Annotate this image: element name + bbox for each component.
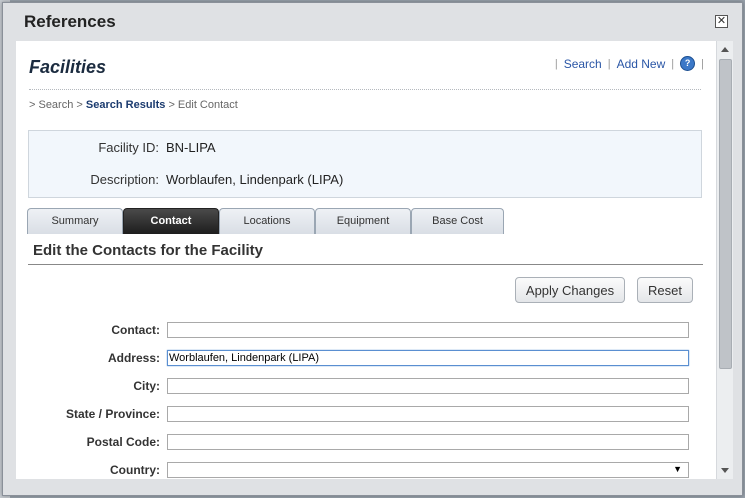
breadcrumb-prefix[interactable]: > Search > (29, 99, 83, 111)
link-separator: | (554, 57, 558, 70)
description-value: Worblaufen, Lindenpark (LIPA) (166, 172, 344, 187)
apply-changes-button[interactable]: Apply Changes (515, 277, 625, 303)
facility-id-value: BN-LIPA (166, 140, 216, 155)
scroll-up-icon[interactable] (721, 47, 729, 52)
section-divider (28, 264, 703, 265)
tab-summary[interactable]: Summary (27, 208, 123, 234)
state-province-input[interactable] (167, 406, 689, 422)
link-separator: | (701, 57, 704, 70)
postal-code-input[interactable] (167, 434, 689, 450)
scroll-down-icon[interactable] (721, 468, 729, 473)
description-label: Description: (90, 172, 159, 187)
country-label: Country: (110, 463, 160, 477)
add-new-link[interactable]: Add New (617, 57, 666, 71)
contact-label: Contact: (111, 323, 160, 337)
top-links: | Search | Add New | ? | (555, 56, 704, 71)
tab-contact[interactable]: Contact (123, 208, 219, 234)
breadcrumb-search-results[interactable]: Search Results (86, 99, 165, 111)
link-separator: | (607, 57, 611, 70)
tab-base-cost[interactable]: Base Cost (411, 208, 504, 234)
scroll-thumb[interactable] (719, 59, 732, 369)
dialog-content: Facilities | Search | Add New | ? | > Se… (16, 41, 716, 479)
tab-locations[interactable]: Locations (219, 208, 315, 234)
dialog-titlebar[interactable]: References ✕ (3, 3, 742, 41)
references-dialog: References ✕ Facilities | Search | Add N… (2, 2, 743, 496)
facility-info-panel: Facility ID: BN-LIPA Description: Worbla… (28, 130, 702, 198)
city-label: City: (133, 379, 160, 393)
breadcrumb-current: > Edit Contact (168, 99, 238, 111)
dialog-footer (3, 479, 742, 495)
state-province-label: State / Province: (65, 407, 160, 421)
link-separator: | (671, 57, 675, 70)
country-select[interactable]: ▼ (167, 462, 689, 478)
address-input[interactable] (167, 350, 689, 366)
search-link[interactable]: Search (564, 57, 602, 71)
reset-button[interactable]: Reset (637, 277, 693, 303)
breadcrumb: > Search > Search Results > Edit Contact (29, 99, 238, 111)
city-input[interactable] (167, 378, 689, 394)
section-title: Edit the Contacts for the Facility (33, 242, 264, 259)
tab-equipment[interactable]: Equipment (315, 208, 411, 234)
page-title: Facilities (29, 57, 107, 77)
header-divider (29, 89, 701, 90)
chevron-down-icon: ▼ (673, 464, 682, 474)
address-label: Address: (107, 351, 160, 365)
postal-code-label: Postal Code: (86, 435, 160, 449)
dialog-title: References (24, 12, 116, 31)
help-icon[interactable]: ? (680, 56, 696, 71)
contact-input[interactable] (167, 322, 689, 338)
vertical-scrollbar[interactable] (716, 41, 733, 479)
facility-id-label: Facility ID: (98, 140, 159, 155)
close-icon[interactable]: ✕ (715, 15, 728, 28)
